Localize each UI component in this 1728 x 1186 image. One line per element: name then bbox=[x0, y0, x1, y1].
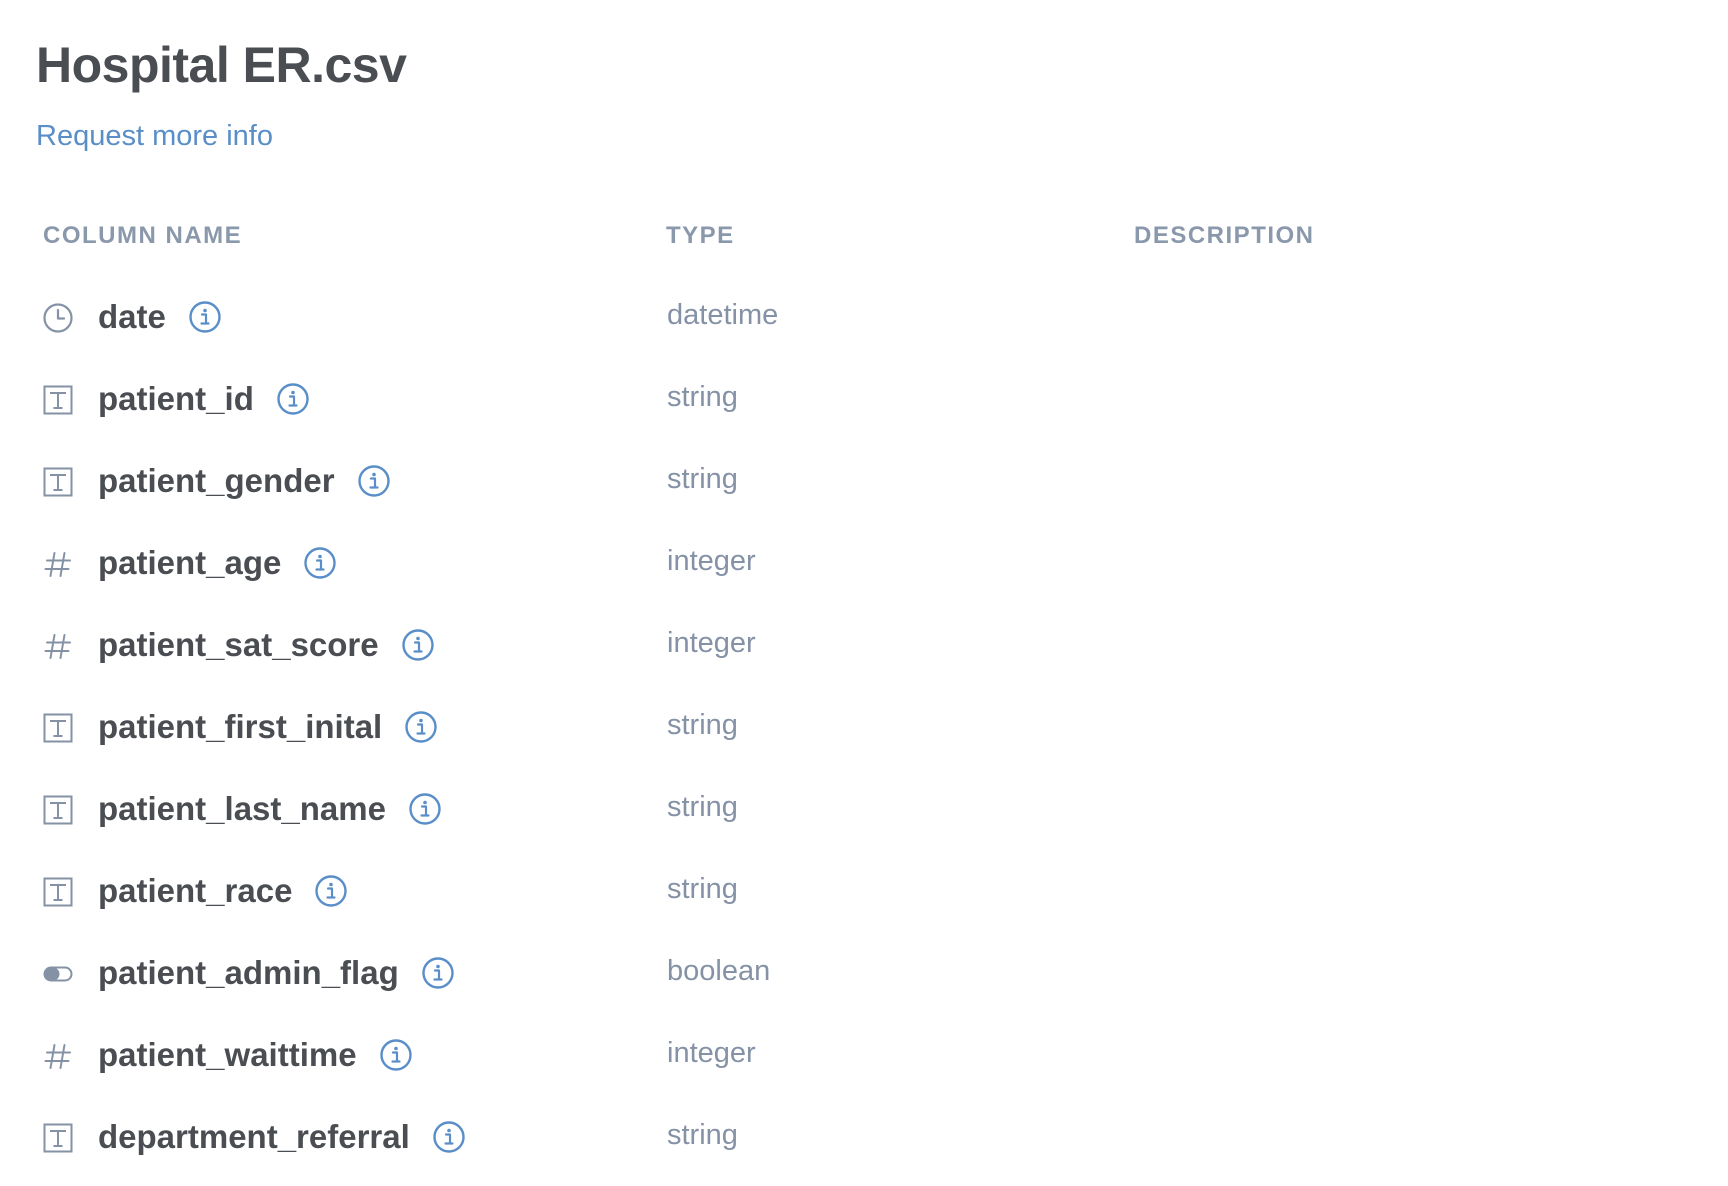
info-icon[interactable] bbox=[314, 874, 348, 908]
column-name-header: COLUMN NAME bbox=[43, 222, 243, 249]
column-name: patient_last_name bbox=[98, 790, 386, 827]
column-type: string bbox=[667, 709, 738, 741]
column-name: patient_gender bbox=[98, 462, 335, 499]
column-name: department_referral bbox=[98, 1118, 410, 1155]
table-row-date: date datetime bbox=[0, 281, 1728, 363]
column-type: string bbox=[667, 381, 738, 413]
column-name: patient_race bbox=[98, 872, 293, 909]
column-type: string bbox=[667, 791, 738, 823]
column-name-cell: patient_first_inital bbox=[98, 707, 438, 747]
column-name-cell: patient_id bbox=[98, 379, 310, 419]
table-row-patient-admin-flag: patient_admin_flag boolean bbox=[0, 937, 1728, 1019]
request-more-info-link[interactable]: Request more info bbox=[36, 120, 273, 153]
column-name-cell: patient_age bbox=[98, 543, 337, 583]
table-row-patient-sat-score: patient_sat_score integer bbox=[0, 609, 1728, 691]
column-name-cell: department_referral bbox=[98, 1117, 466, 1157]
text-icon bbox=[42, 794, 74, 826]
column-name-cell: patient_waittime bbox=[98, 1035, 413, 1075]
table-row-patient-gender: patient_gender string bbox=[0, 445, 1728, 527]
table-row-patient-race: patient_race string bbox=[0, 855, 1728, 937]
column-name-cell: patient_admin_flag bbox=[98, 953, 455, 993]
table-row-patient-waittime: patient_waittime integer bbox=[0, 1019, 1728, 1101]
column-name: patient_sat_score bbox=[98, 626, 379, 663]
table-row-patient-age: patient_age integer bbox=[0, 527, 1728, 609]
description-header: DESCRIPTION bbox=[1134, 222, 1315, 249]
column-name: patient_admin_flag bbox=[98, 954, 399, 991]
column-type: integer bbox=[667, 1037, 756, 1069]
text-icon bbox=[42, 384, 74, 416]
toggle-icon bbox=[42, 958, 74, 990]
info-icon[interactable] bbox=[432, 1120, 466, 1154]
info-icon[interactable] bbox=[421, 956, 455, 990]
column-name-cell: patient_last_name bbox=[98, 789, 442, 829]
info-icon[interactable] bbox=[357, 464, 391, 498]
table-row-department-referral: department_referral string bbox=[0, 1101, 1728, 1183]
table-row-patient-last-name: patient_last_name string bbox=[0, 773, 1728, 855]
column-type: string bbox=[667, 1119, 738, 1151]
clock-icon bbox=[42, 302, 74, 334]
column-type: integer bbox=[667, 627, 756, 659]
column-name-cell: patient_race bbox=[98, 871, 348, 911]
column-name-cell: patient_sat_score bbox=[98, 625, 435, 665]
table-row-patient-first-inital: patient_first_inital string bbox=[0, 691, 1728, 773]
column-name: date bbox=[98, 298, 166, 335]
column-type: string bbox=[667, 463, 738, 495]
info-icon[interactable] bbox=[401, 628, 435, 662]
hash-icon bbox=[42, 1040, 74, 1072]
column-name-cell: patient_gender bbox=[98, 461, 391, 501]
text-icon bbox=[42, 712, 74, 744]
info-icon[interactable] bbox=[379, 1038, 413, 1072]
column-name-cell: date bbox=[98, 297, 222, 337]
hash-icon bbox=[42, 548, 74, 580]
info-icon[interactable] bbox=[404, 710, 438, 744]
info-icon[interactable] bbox=[276, 382, 310, 416]
dataset-page: Hospital ER.csv Request more info COLUMN… bbox=[0, 0, 1728, 1186]
column-type: boolean bbox=[667, 955, 771, 987]
column-type: string bbox=[667, 873, 738, 905]
text-icon bbox=[42, 466, 74, 498]
column-type: datetime bbox=[667, 299, 779, 331]
column-name: patient_id bbox=[98, 380, 254, 417]
columns-table: date datetime patient_id string patient_… bbox=[0, 281, 1728, 1183]
text-icon bbox=[42, 876, 74, 908]
info-icon[interactable] bbox=[303, 546, 337, 580]
column-name: patient_waittime bbox=[98, 1036, 357, 1073]
table-row-patient-id: patient_id string bbox=[0, 363, 1728, 445]
hash-icon bbox=[42, 630, 74, 662]
text-icon bbox=[42, 1122, 74, 1154]
page-title: Hospital ER.csv bbox=[36, 37, 407, 93]
info-icon[interactable] bbox=[188, 300, 222, 334]
column-name: patient_age bbox=[98, 544, 282, 581]
type-header: TYPE bbox=[666, 222, 735, 249]
column-type: integer bbox=[667, 545, 756, 577]
column-name: patient_first_inital bbox=[98, 708, 383, 745]
info-icon[interactable] bbox=[408, 792, 442, 826]
